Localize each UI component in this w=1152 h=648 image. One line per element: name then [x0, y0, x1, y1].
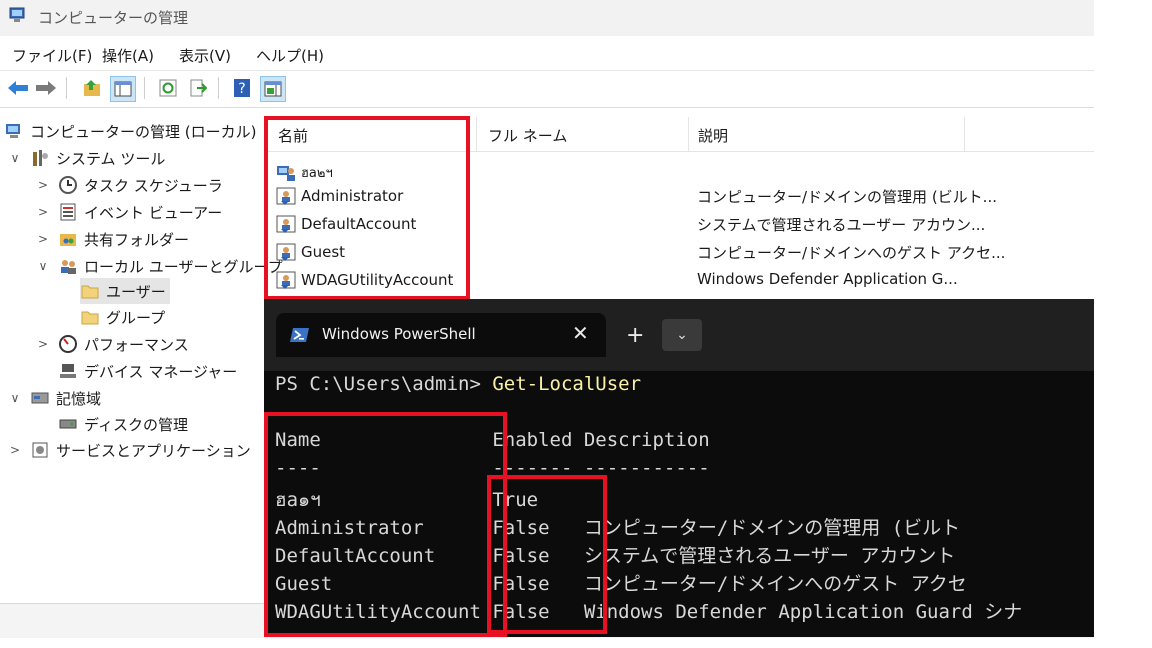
- help-icon: ?: [234, 79, 250, 97]
- folder-icon: [81, 285, 99, 299]
- back-button[interactable]: [6, 76, 30, 100]
- chevron-down-icon[interactable]: ∨: [8, 391, 22, 405]
- user-description: コンピューター/ドメインの管理用 (ビルト...: [697, 188, 997, 206]
- action-pane-icon: [264, 81, 282, 97]
- column-header-full-name[interactable]: フル ネーム: [488, 125, 567, 146]
- device-manager-icon: [60, 364, 76, 378]
- tree-item-groups[interactable]: グループ: [80, 304, 165, 330]
- tree-item-shared-folders[interactable]: > 共有フォルダー: [36, 226, 189, 252]
- toolbar-separator: [66, 77, 67, 99]
- services-icon: [32, 442, 48, 458]
- disk-icon: [59, 419, 77, 429]
- command: Get-LocalUser: [492, 373, 642, 395]
- tree-item-event-viewer[interactable]: > イベント ビューアー: [36, 199, 222, 225]
- show-action-pane-button[interactable]: [260, 76, 286, 102]
- user-description: システムで管理されるユーザー アカウン...: [697, 216, 986, 234]
- up-folder-button[interactable]: [80, 76, 104, 100]
- folder-icon: [81, 311, 99, 325]
- forward-arrow-icon: [36, 81, 56, 95]
- tree-item-storage[interactable]: ∨ 記憶域: [8, 385, 101, 411]
- performance-icon: [59, 335, 77, 353]
- terminal-tab[interactable]: Windows PowerShell ✕: [276, 313, 606, 357]
- close-icon[interactable]: ✕: [572, 321, 589, 345]
- computer-icon: [6, 124, 20, 138]
- export-list-button[interactable]: [186, 76, 210, 100]
- tree-item-computer-management[interactable]: コンピューターの管理 (ローカル): [4, 118, 256, 144]
- system-tools-icon: [33, 150, 48, 166]
- chevron-right-icon[interactable]: >: [36, 337, 50, 351]
- show-hide-tree-button[interactable]: [110, 76, 136, 102]
- user-description: Windows Defender Application G...: [697, 270, 958, 288]
- chevron-down-icon[interactable]: ∨: [36, 259, 50, 273]
- terminal-tab-title: Windows PowerShell: [322, 325, 476, 343]
- export-list-icon: [190, 79, 207, 97]
- toolbar-separator: [218, 77, 219, 99]
- menu-bar: ファイル(F) 操作(A) 表示(V) ヘルプ(H): [0, 36, 1094, 71]
- tree-item-local-users-groups[interactable]: ∨ ローカル ユーザーとグループ: [36, 253, 283, 279]
- menu-view[interactable]: 表示(V): [179, 45, 231, 66]
- tree-label: パフォーマンス: [84, 335, 189, 354]
- column-separator[interactable]: [688, 117, 689, 151]
- window-title: コンピューターの管理: [38, 9, 189, 27]
- tree-label: タスク スケジューラ: [84, 176, 223, 195]
- chevron-right-icon[interactable]: >: [8, 443, 22, 457]
- tree-label: 共有フォルダー: [84, 230, 190, 249]
- column-separator[interactable]: [964, 117, 965, 151]
- tree-item-users[interactable]: ユーザー: [80, 278, 170, 304]
- toolbar: ?: [0, 71, 1094, 108]
- tree-item-disk-management[interactable]: ディスクの管理: [58, 411, 188, 437]
- back-arrow-icon: [8, 81, 28, 95]
- up-folder-icon: [84, 80, 100, 96]
- shared-folder-icon: [60, 234, 76, 246]
- toolbar-separator: [144, 77, 145, 99]
- chevron-down-icon[interactable]: ∨: [8, 151, 22, 165]
- menu-action[interactable]: 操作(A): [102, 45, 154, 66]
- highlight-box-name-output: [264, 412, 507, 637]
- tree-label: ディスクの管理: [84, 415, 188, 434]
- menu-file[interactable]: ファイル(F): [12, 45, 92, 66]
- tree-label: デバイス マネージャー: [84, 362, 238, 381]
- tree-item-services-apps[interactable]: > サービスとアプリケーション: [8, 437, 251, 463]
- highlight-box-name-column: [264, 116, 470, 300]
- tree-item-performance[interactable]: > パフォーマンス: [36, 331, 189, 357]
- menu-help[interactable]: ヘルプ(H): [256, 45, 324, 66]
- column-separator[interactable]: [476, 117, 477, 151]
- tree-label: サービスとアプリケーション: [56, 441, 251, 460]
- tree-label: システム ツール: [56, 149, 166, 168]
- user-description: コンピューター/ドメインへのゲスト アクセ...: [697, 244, 1006, 262]
- help-button[interactable]: ?: [230, 76, 254, 100]
- prompt-line: PS C:\Users\admin> Get-LocalUser: [275, 373, 641, 395]
- console-tree: コンピューターの管理 (ローカル) ∨ システム ツール > タスク スケジュー…: [0, 117, 283, 597]
- tree-label: コンピューターの管理 (ローカル): [30, 122, 257, 141]
- tree-item-task-scheduler[interactable]: > タスク スケジューラ: [36, 172, 223, 198]
- tree-label: 記憶域: [56, 389, 102, 408]
- storage-icon: [31, 392, 49, 404]
- users-group-icon: [61, 260, 76, 274]
- computer-management-icon: [9, 7, 25, 22]
- tree-label: ユーザー: [106, 282, 166, 301]
- tree-label: イベント ビューアー: [84, 203, 223, 222]
- new-tab-button[interactable]: +: [626, 323, 644, 348]
- chevron-right-icon[interactable]: >: [36, 232, 50, 246]
- forward-button[interactable]: [34, 76, 58, 100]
- prompt: PS C:\Users\admin>: [275, 373, 493, 395]
- svg-text:?: ?: [238, 81, 245, 97]
- chevron-down-icon[interactable]: ⌄: [662, 319, 702, 351]
- tree-label: ローカル ユーザーとグループ: [84, 257, 283, 276]
- title-bar: コンピューターの管理: [0, 0, 1094, 36]
- event-viewer-icon: [60, 203, 76, 221]
- tree-label: グループ: [106, 308, 166, 327]
- column-header-description[interactable]: 説明: [698, 125, 728, 146]
- tree-item-system-tools[interactable]: ∨ システム ツール: [8, 145, 166, 171]
- terminal-tab-bar: Windows PowerShell ✕ + ⌄: [264, 299, 1094, 371]
- highlight-box-enabled-output: [487, 475, 607, 634]
- chevron-right-icon[interactable]: >: [36, 178, 50, 192]
- powershell-icon: [290, 328, 309, 342]
- chevron-right-icon[interactable]: >: [36, 205, 50, 219]
- tree-item-device-manager[interactable]: デバイス マネージャー: [58, 358, 237, 384]
- clock-icon: [59, 176, 77, 194]
- refresh-button[interactable]: [156, 76, 180, 100]
- refresh-icon: [159, 79, 177, 97]
- console-tree-icon: [114, 81, 132, 97]
